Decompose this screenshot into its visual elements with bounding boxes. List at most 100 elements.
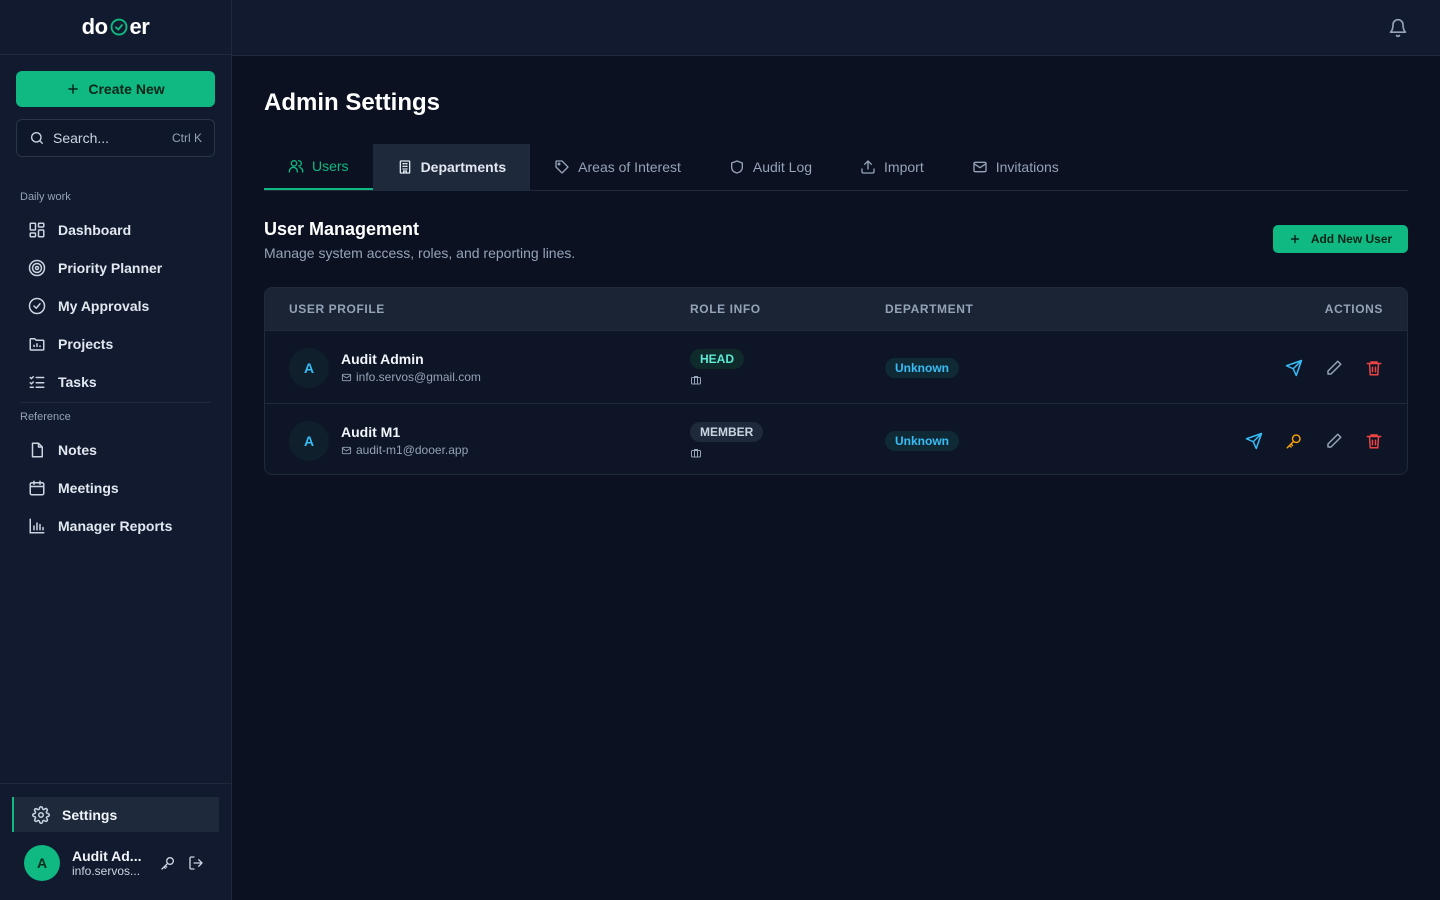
key-icon[interactable] [1285,432,1303,450]
target-icon [28,259,46,277]
gear-icon [32,805,50,824]
sidebar-item-manager-reports[interactable]: Manager Reports [16,507,215,545]
sidebar-item-label: Projects [58,336,114,352]
sidebar-divider [20,402,211,403]
sidebar-item-my-approvals[interactable]: My Approvals [16,287,215,325]
sidebar-item-label: My Approvals [58,298,150,314]
sidebar-item-label: Meetings [58,480,119,496]
nav-daily-work: Dashboard Priority Planner My Approvals … [16,211,215,401]
page-title: Admin Settings [264,89,441,116]
current-user-meta: Audit Ad... info.servos... [72,848,148,878]
avatar: A [289,348,329,388]
table-row: A Audit M1 audit-m1@dooer.app MEMBER Unk… [265,403,1407,474]
search-input[interactable] [53,130,164,146]
tab-label: Audit Log [752,159,813,175]
user-name: Audit Admin [341,351,424,367]
file-icon [28,441,46,459]
bell-icon[interactable] [1388,18,1408,38]
column-header-actions: ACTIONS [1324,302,1383,316]
bar-chart-icon [28,517,46,535]
tab-audit-log[interactable]: Audit Log [705,144,836,190]
user-table: USER PROFILE ROLE INFO DEPARTMENT ACTION… [264,287,1408,475]
sidebar-item-notes[interactable]: Notes [16,431,215,469]
sidebar-item-label: Dashboard [58,222,132,238]
nav-reference: Notes Meetings Manager Reports [16,431,215,545]
tab-import[interactable]: Import [836,144,948,190]
tab-label: Areas of Interest [578,159,681,175]
tag-icon [554,159,570,175]
mail-icon [972,159,988,175]
section-title: User Management [264,219,420,239]
key-icon[interactable] [160,855,176,871]
sidebar-item-label: Notes [58,442,97,458]
user-name: Audit M1 [341,424,401,440]
sidebar: do er Create New Ctrl K Daily work Dashb… [0,0,232,900]
upload-icon [860,159,876,175]
briefcase-icon [690,447,702,459]
mail-icon [341,445,352,456]
table-header: USER PROFILE ROLE INFO DEPARTMENT ACTION… [265,288,1407,330]
send-icon[interactable] [1245,432,1263,450]
sidebar-item-tasks[interactable]: Tasks [16,363,215,401]
avatar[interactable]: A [24,845,60,881]
pencil-icon[interactable] [1325,359,1343,377]
logo[interactable]: do er [82,14,150,40]
tab-users[interactable]: Users [264,144,373,190]
role-badge: MEMBER [690,422,764,442]
tab-label: Import [884,159,924,175]
add-new-user-button[interactable]: Add New User [1273,225,1408,253]
sidebar-item-projects[interactable]: Projects [16,325,215,363]
role-badge: HEAD [690,349,745,369]
plus-icon [1289,233,1301,245]
trash-icon[interactable] [1365,359,1383,377]
tab-areas-of-interest[interactable]: Areas of Interest [530,144,705,190]
sidebar-item-dashboard[interactable]: Dashboard [16,211,215,249]
current-user-name: Audit Ad... [72,848,142,864]
settings-tabs: Users Departments Areas of Interest Audi… [264,144,1408,191]
sidebar-item-priority-planner[interactable]: Priority Planner [16,249,215,287]
department-badge: Unknown [885,358,959,378]
trash-icon[interactable] [1365,432,1383,450]
sidebar-item-label: Priority Planner [58,260,163,276]
row-actions [1285,359,1383,377]
folder-chart-icon [28,335,46,353]
create-new-label: Create New [88,81,165,97]
tab-label: Invitations [995,159,1059,175]
user-email: info.servos@gmail.com [356,370,481,384]
check-circle-icon [110,18,128,36]
user-email-line: info.servos@gmail.com [341,370,481,384]
user-email: audit-m1@dooer.app [356,443,469,457]
sidebar-item-settings[interactable]: Settings [12,797,219,832]
user-actions [160,855,204,871]
section-label-reference: Reference [20,411,71,423]
current-user-email: info.servos... [72,864,141,878]
column-header-department: DEPARTMENT [885,302,974,316]
current-user-card: A Audit Ad... info.servos... [24,844,220,882]
sidebar-item-label: Tasks [58,374,97,390]
shield-icon [729,159,745,175]
user-email-line: audit-m1@dooer.app [341,443,468,457]
logo-area: do er [0,0,231,55]
sidebar-item-meetings[interactable]: Meetings [16,469,215,507]
tab-invitations[interactable]: Invitations [948,144,1083,190]
table-row: A Audit Admin info.servos@gmail.com HEAD… [265,330,1407,403]
mail-icon [341,372,352,383]
tab-departments[interactable]: Departments [372,144,531,190]
send-icon[interactable] [1285,359,1303,377]
grid-icon [28,221,46,239]
logo-text-right: er [129,14,150,39]
sidebar-footer: Settings A Audit Ad... info.servos... [0,783,231,900]
create-new-button[interactable]: Create New [16,71,215,107]
search-shortcut: Ctrl K [172,131,202,145]
tab-label: Departments [420,159,507,175]
search-box[interactable]: Ctrl K [16,119,215,157]
users-icon [288,158,304,174]
search-icon [29,130,45,146]
department-badge: Unknown [885,431,959,451]
tab-label: Users [312,158,349,174]
calendar-icon [28,479,46,497]
list-checks-icon [28,373,46,391]
logout-icon[interactable] [188,855,204,871]
pencil-icon[interactable] [1325,432,1343,450]
section-label-daily-work: Daily work [20,191,71,203]
